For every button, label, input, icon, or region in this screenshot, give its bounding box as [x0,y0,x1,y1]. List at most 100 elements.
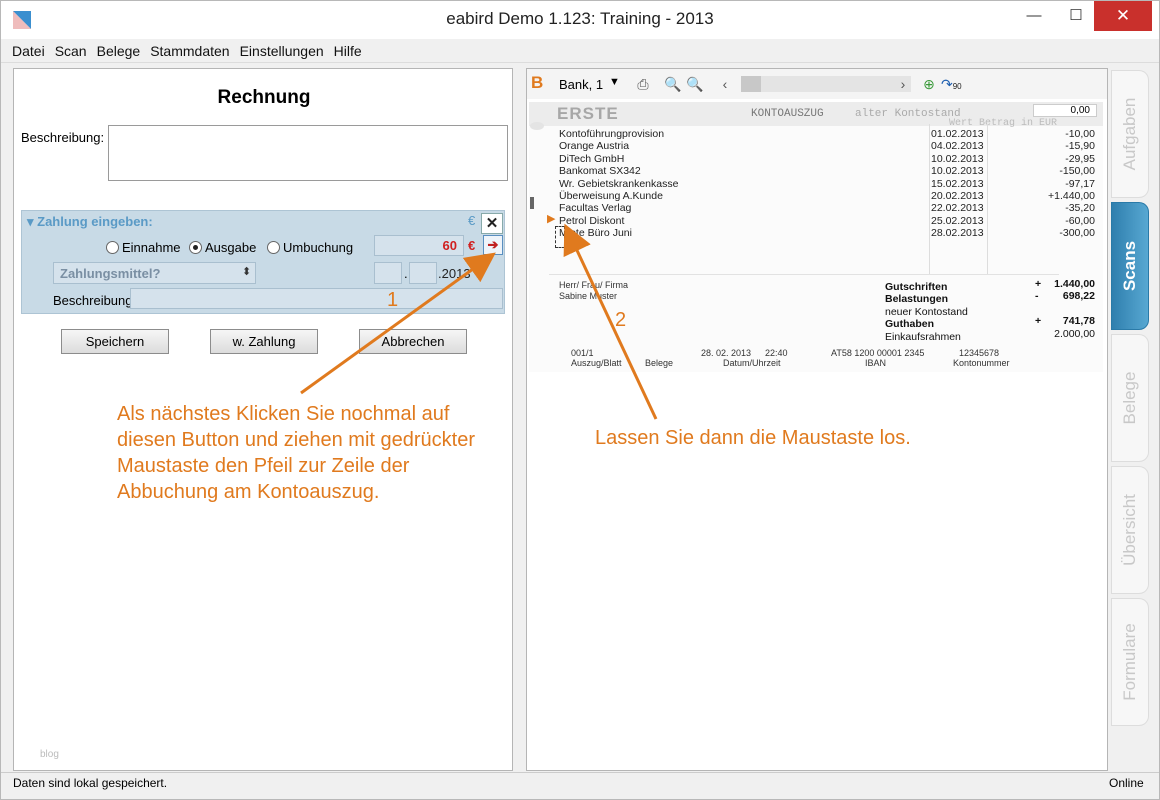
column-line [987,124,988,274]
print-icon[interactable]: ⎙ [633,74,653,94]
cancel-button[interactable]: Abbrechen [359,329,467,354]
menu-belege[interactable]: Belege [92,39,146,59]
totals-block: Gutschriften + 1.440,00 Belastungen - 69… [885,278,1095,343]
scan-toolbar: B Bank, 1 ▼ ⎙ 🔍 🔍 ‹ › ⊕ ↷90 [527,69,1107,99]
transaction-date: 25.02.2013 [931,214,984,227]
payment-header[interactable]: ▾ Zahlung eingeben: [27,214,153,230]
tab-aufgaben[interactable]: Aufgaben [1111,70,1149,198]
annotation-marker-1: 1 [387,289,399,311]
transaction-date: 01.02.2013 [931,128,984,140]
transaction-date: 20.02.2013 [931,190,984,203]
transaction-date: 28.02.2013 [931,227,984,240]
horizontal-scrollbar[interactable] [741,76,911,92]
footer-value: 22:40 [765,348,788,358]
footer-label: Auszug/Blatt [571,358,622,368]
date-separator: . [404,266,408,281]
payment-description-input[interactable] [130,288,503,309]
date-year: .2013 [438,266,471,281]
close-payment-button[interactable]: ✕ [481,213,503,234]
close-window-button[interactable]: ✕ [1094,1,1152,31]
dropdown-arrow-icon[interactable]: ▼ [609,76,620,88]
transaction-row[interactable]: Bankomat SX342 [559,165,678,177]
radio-ausgabe[interactable]: Ausgabe [189,240,256,255]
menu-datei[interactable]: Datei [1,39,50,59]
maximize-button[interactable]: ☐ [1053,1,1099,31]
status-message: Daten sind lokal gespeichert. [13,776,168,790]
zoom-out-icon[interactable]: 🔍 [685,74,705,94]
bank-select[interactable]: Bank, 1 [559,77,603,92]
drag-arrow-icon: ➔ [487,237,499,252]
menu-hilfe[interactable]: Hilfe [329,39,367,59]
footer-value: 12345678 [959,348,1000,358]
transaction-date: 10.02.2013 [931,152,984,165]
addressee-name: Sabine Muster [559,291,618,301]
save-button[interactable]: Speichern [61,329,169,354]
footer-label: IBAN [865,358,887,368]
transaction-row[interactable]: Orange Austria [559,140,678,152]
total-row: neuer Kontostand [885,305,968,318]
title-bar: eabird Demo 1.123: Training - 2013 — ☐ ✕ [1,1,1159,39]
scroll-left-icon[interactable]: ‹ [715,74,735,94]
description-textarea[interactable] [108,125,508,181]
radio-umbuchung[interactable]: Umbuchung [267,240,353,255]
transaction-amount: -15,90 [1065,140,1095,153]
footer-value: AT58 1200 00001 2345 [831,348,925,358]
description-label: Beschreibung: [21,130,105,145]
tab-scans[interactable]: Scans [1111,202,1149,330]
tab-uebersicht[interactable]: Übersicht [1111,466,1149,594]
punch-hole [530,122,544,130]
transaction-amount: -300,00 [1059,227,1095,240]
date-day-input[interactable] [374,262,402,284]
rotate-icon[interactable]: ↷90 [941,74,962,94]
connection-status: Online [1109,776,1144,790]
transaction-row[interactable]: DiTech GmbH [559,153,678,165]
transaction-row-target[interactable]: Petrol Diskont [559,215,678,227]
drag-cursor-icon [555,226,565,248]
amount-input[interactable]: 60 [374,235,464,256]
transaction-row[interactable]: Facultas Verlag [559,202,678,214]
transaction-row[interactable]: Überweisung A.Kunde [559,190,678,202]
footer-value: 28. 02. 2013 [701,348,752,358]
tab-belege[interactable]: Belege [1111,334,1149,462]
form-title: Rechnung [217,87,311,108]
transaction-amount: -150,00 [1059,165,1095,178]
menu-stammdaten[interactable]: Stammdaten [145,39,234,59]
transaction-date: 15.02.2013 [931,177,984,190]
transaction-amount: -35,20 [1065,202,1095,215]
payment-description-label: Beschreibung [53,293,133,308]
minimize-button[interactable]: — [1011,1,1057,31]
radio-einnahme[interactable]: Einnahme [106,240,181,255]
transaction-row[interactable]: Kontoführungprovision [559,128,678,140]
zoom-fit-icon[interactable]: ⊕ [919,74,939,94]
payment-method-select[interactable]: Zahlungsmittel? [53,262,256,284]
old-balance-label: alter Kontostand [855,108,961,120]
b-logo: B [531,73,544,92]
menu-einstellungen[interactable]: Einstellungen [235,39,329,59]
scan-viewer-pane: B Bank, 1 ▼ ⎙ 🔍 🔍 ‹ › ⊕ ↷90 ERSTE KONTOA… [526,68,1108,771]
annotation-marker-2: 2 [615,309,627,331]
transaction-date: 22.02.2013 [931,202,984,215]
column-line [929,124,930,274]
transaction-row[interactable]: Wr. Gebietskrankenkasse [559,178,678,190]
transaction-dates: 01.02.2013 04.02.2013 10.02.2013 10.02.2… [931,128,984,240]
total-row: Guthaben + 741,78 [885,315,1095,331]
annotation-instruction-2: Lassen Sie dann die Maustaste los. [595,427,911,449]
menu-scan[interactable]: Scan [50,39,92,59]
date-month-input[interactable] [409,262,437,284]
payment-panel: ▾ Zahlung eingeben: € ✕ Einnahme Ausgabe… [21,210,505,314]
transaction-row[interactable]: Miete Büro Juni [559,227,678,239]
scrollbar-thumb[interactable] [741,76,761,92]
transaction-amounts: -10,00 -15,90 -29,95 -150,00 -97,17 +1.4… [1015,128,1095,240]
old-balance-value: 0,00 [1033,104,1097,117]
total-row: Einkaufsrahmen 2.000,00 [885,327,1095,343]
scroll-right-icon[interactable]: › [893,74,913,94]
scan-mark [530,197,534,209]
euro-icon: € [468,213,476,228]
further-payment-button[interactable]: w. Zahlung [210,329,318,354]
bank-logo: ERSTE [557,104,619,123]
radio-selected-icon [189,241,202,254]
annotation-instruction-1: Als nächstes Klicken Sie nochmal auf die… [117,403,475,503]
zoom-in-icon[interactable]: 🔍 [663,74,683,94]
link-statement-button[interactable]: ➔ [483,235,503,255]
tab-formulare[interactable]: Formulare [1111,598,1149,726]
